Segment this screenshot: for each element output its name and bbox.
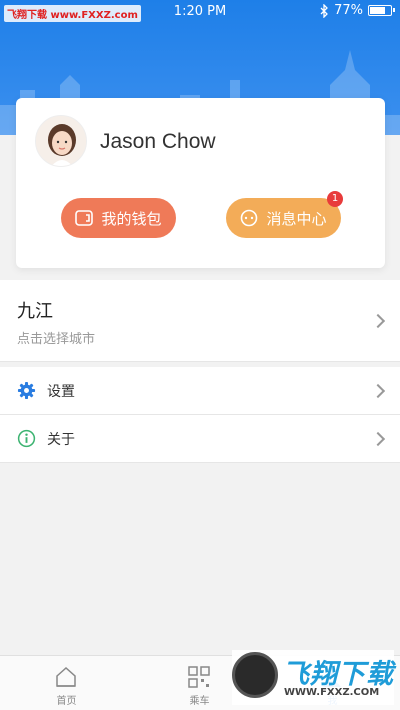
wallet-button-label: 我的钱包 (101, 209, 162, 228)
status-right: 77% (320, 3, 395, 18)
city-hint: 点击选择城市 (17, 332, 96, 347)
battery-percent: 77% (334, 3, 363, 18)
message-center-button[interactable]: 消息中心 1 (226, 191, 343, 238)
watermark-url: WWW.FXXZ.COM (284, 687, 380, 698)
status-bar: 飞翔下载 www.FXXZ.com 1:20 PM 77% (0, 0, 400, 24)
tab-home-label: 首页 (56, 696, 77, 707)
gear-icon (17, 381, 36, 400)
watermark-logo-icon (232, 652, 278, 698)
chat-bubble-icon (241, 209, 258, 227)
home-icon (56, 666, 76, 687)
wallet-icon (75, 210, 94, 226)
avatar-portrait (36, 116, 86, 166)
chevron-right-icon (370, 431, 386, 447)
chevron-right-icon (370, 383, 386, 399)
about-label: 关于 (47, 432, 75, 448)
profile-card: Jason Chow 我的钱包 消息中心 1 (16, 98, 385, 268)
bluetooth-icon (320, 3, 329, 18)
watermark-brand: 飞翔下载 (282, 659, 394, 690)
about-row[interactable]: 关于 (0, 415, 400, 463)
message-center-label: 消息中心 (266, 209, 327, 228)
avatar[interactable] (35, 115, 87, 167)
tab-home[interactable]: 首页 (0, 656, 133, 710)
settings-label: 设置 (47, 384, 75, 400)
settings-row[interactable]: 设置 (0, 367, 400, 415)
battery-icon (368, 5, 395, 16)
city-name: 九江 (17, 301, 53, 322)
site-watermark: 飞翔下载 WWW.FXXZ.COM (232, 650, 394, 705)
notification-badge: 1 (327, 191, 343, 207)
user-name: Jason Chow (100, 130, 216, 153)
city-selector[interactable]: 九江 点击选择城市 (0, 280, 400, 362)
wallet-button[interactable]: 我的钱包 (61, 198, 176, 238)
chevron-right-icon (370, 313, 386, 329)
qr-code-icon (188, 666, 210, 688)
info-icon (17, 429, 36, 448)
